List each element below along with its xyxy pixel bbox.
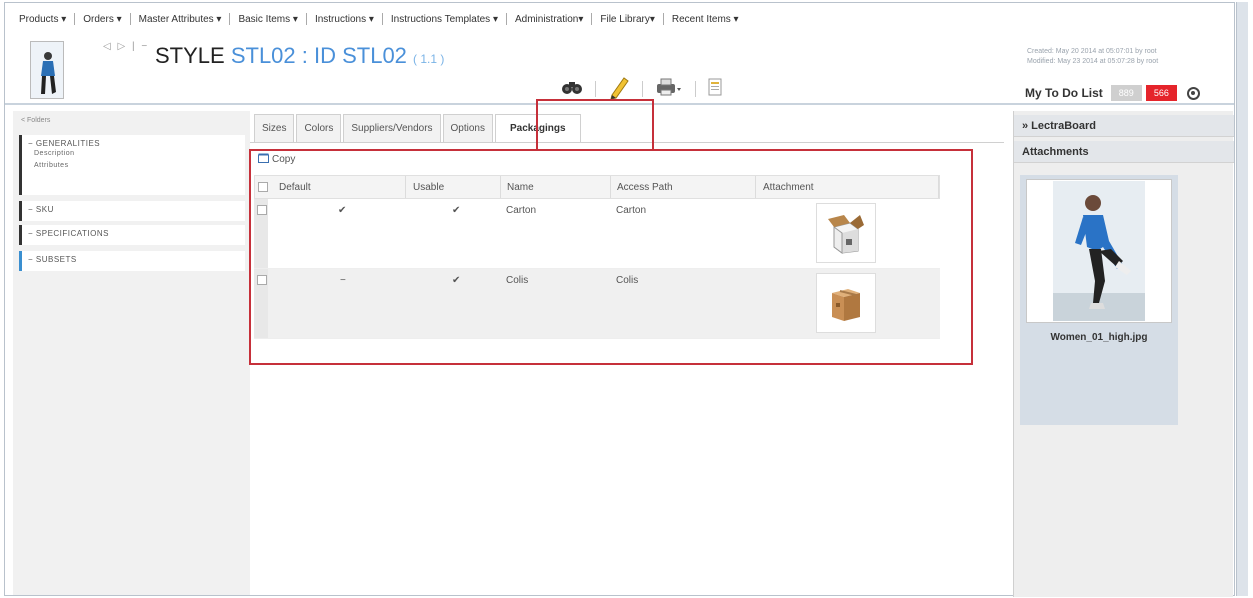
vertical-scrollbar[interactable] <box>1236 2 1248 596</box>
tab-bar: Sizes Colors Suppliers/Vendors Options P… <box>254 114 581 142</box>
meta-created: Created: May 20 2014 at 05:07:01 by root <box>1027 48 1157 55</box>
menu-instructions[interactable]: Instructions ▾ <box>307 14 382 25</box>
todo-label[interactable]: My To Do List <box>1025 86 1103 100</box>
todo-list: My To Do List 889 566 <box>1025 85 1200 101</box>
pencil-edit-icon[interactable] <box>608 75 630 102</box>
record-metadata: Created: May 20 2014 at 05:07:01 by root… <box>1027 47 1158 67</box>
tab-options[interactable]: Options <box>442 114 493 142</box>
folder-collapse-link[interactable]: < Folders <box>21 117 50 124</box>
menu-recent-items[interactable]: Recent Items ▾ <box>664 14 747 25</box>
attachments-header: Attachments <box>1014 141 1234 163</box>
tab-sizes[interactable]: Sizes <box>254 114 295 142</box>
attachments-panel: » LectraBoard Attachments Women_01_high.… <box>1013 111 1234 597</box>
folder-subsets[interactable]: − SUBSETS <box>19 251 245 271</box>
menu-basic-items[interactable]: Basic Items ▾ <box>230 14 305 25</box>
record-nav-arrows[interactable]: ◁ ▷ | − <box>103 41 149 52</box>
attachment-card[interactable]: Women_01_high.jpg <box>1020 175 1178 425</box>
menu-instructions-templates[interactable]: Instructions Templates ▾ <box>383 14 506 25</box>
meta-modified: Modified: May 23 2014 at 05:07:28 by roo… <box>1027 58 1159 65</box>
folder-sub-description[interactable]: Description <box>28 148 239 160</box>
style-thumbnail[interactable] <box>30 41 64 99</box>
toolbar <box>561 75 722 102</box>
packagings-tab-highlight <box>536 99 654 151</box>
title-code: STL02 : ID STL02 <box>230 43 407 68</box>
folder-specifications[interactable]: − SPECIFICATIONS <box>19 225 245 245</box>
binoculars-icon[interactable] <box>561 79 583 98</box>
page-title: STYLE STL02 : ID STL02 ( 1.1 ) <box>155 43 444 69</box>
tab-suppliers-vendors[interactable]: Suppliers/Vendors <box>343 114 441 142</box>
attachment-image[interactable] <box>1026 179 1172 323</box>
target-icon[interactable] <box>1186 86 1200 100</box>
folder-title: − GENERALITIES <box>28 139 101 148</box>
title-prefix: STYLE <box>155 43 225 68</box>
folder-panel: < Folders − GENERALITIES Description Att… <box>13 111 251 595</box>
lectraboard-header[interactable]: » LectraBoard <box>1014 115 1234 137</box>
menu-master-attributes[interactable]: Master Attributes ▾ <box>131 14 230 25</box>
todo-count-badge[interactable]: 889 <box>1110 85 1142 101</box>
grid-highlight <box>249 149 973 365</box>
title-version: ( 1.1 ) <box>413 52 445 66</box>
menu-file-library[interactable]: File Library▾ <box>592 14 662 25</box>
menu-products[interactable]: Products ▾ <box>11 14 74 25</box>
todo-alert-badge[interactable]: 566 <box>1145 85 1177 101</box>
folder-sku[interactable]: − SKU <box>19 201 245 221</box>
menu-administration[interactable]: Administration▾ <box>507 14 591 25</box>
attachment-filename[interactable]: Women_01_high.jpg <box>1020 332 1178 343</box>
printer-icon[interactable] <box>655 78 683 99</box>
top-menu: Products ▾ Orders ▾ Master Attributes ▾ … <box>11 11 747 27</box>
tab-colors[interactable]: Colors <box>296 114 342 142</box>
menu-orders[interactable]: Orders ▾ <box>75 14 129 25</box>
folder-generalities[interactable]: − GENERALITIES Description Attributes <box>19 135 245 195</box>
folder-sub-attributes[interactable]: Attributes <box>28 160 239 172</box>
notes-icon[interactable] <box>708 78 722 99</box>
